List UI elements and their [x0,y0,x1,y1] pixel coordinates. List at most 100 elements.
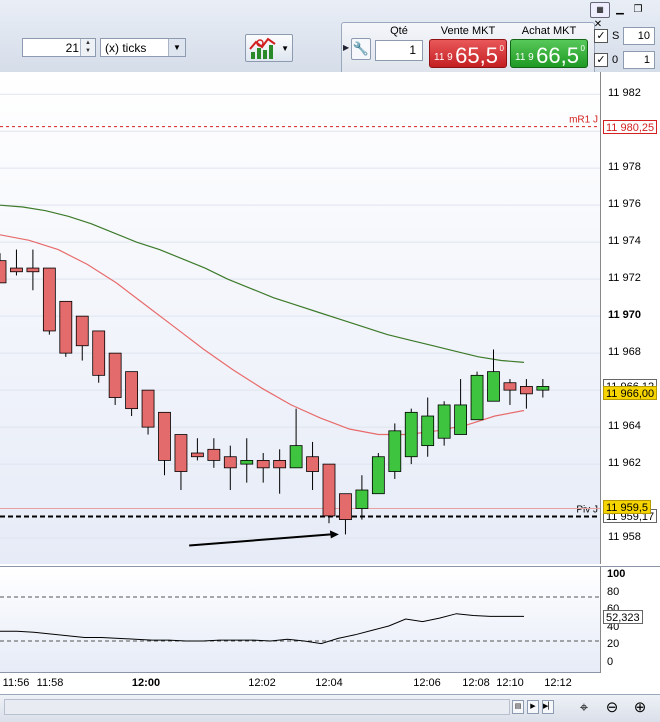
zero-checkbox[interactable]: ✓ [594,53,608,67]
candle[interactable] [437,401,451,446]
zero-label: 0 [612,54,619,66]
price-tick-label: 11 978 [608,161,641,174]
time-tick-label: 12:10 [496,677,524,689]
zoom-out-icon[interactable]: ⊖ [602,699,622,717]
buy-price-fraction: 0 [580,44,585,53]
restore-icon[interactable]: ❐ [630,3,646,17]
order-settings-button[interactable]: 🔧 [351,38,371,60]
chevron-down-icon[interactable]: ▼ [281,44,289,53]
candle[interactable] [322,463,336,524]
candle[interactable] [10,249,23,276]
period-unit-value: (x) ticks [105,41,147,55]
chevron-down-icon[interactable]: ▼ [168,39,185,56]
candle[interactable] [207,438,221,468]
scroll-end-button[interactable]: ▶▏ [542,700,554,714]
scroll-right-button[interactable]: ▶ [527,700,539,714]
candle-body-down [223,456,237,469]
quantity-label: Qté [390,25,408,37]
price-axis[interactable]: 11 98211 98011 97811 97611 97411 97211 9… [600,72,660,564]
last-price-tag: 11 959,5 [603,499,652,514]
candle[interactable] [26,249,40,291]
candle[interactable] [503,379,517,405]
sell-market-button[interactable]: 11 9 65,5 0 [429,39,507,68]
period-spin-buttons[interactable]: ▲ ▼ [80,39,95,56]
zoom-in-icon[interactable]: ⊕ [630,699,650,717]
period-stepper[interactable]: 21 ▲ ▼ [22,38,96,57]
candle-body-up [388,430,402,472]
candle-body-up [355,489,369,509]
time-tick-label: 12:08 [462,677,490,689]
candle[interactable] [487,349,500,402]
candle[interactable] [0,253,7,284]
candle[interactable] [355,475,369,520]
candle-body-down [108,352,122,398]
trend-arrow-head [329,530,339,539]
buy-price-prefix: 11 9 [515,52,534,63]
sell-market-label: Vente MKT [440,25,496,37]
candle[interactable] [421,397,435,457]
candle[interactable] [306,441,319,491]
candle-body-down [207,448,221,461]
candle[interactable] [59,300,73,357]
window-controls: ▦ ▁ ❐✕ [588,2,660,30]
quantity-input[interactable]: 1 [375,40,423,61]
candle-body-up [404,411,418,458]
time-axis[interactable]: 11:56 11:58 12:00 12:02 12:04 12:06 12:08 12:10… [0,672,600,695]
candle[interactable] [371,453,385,495]
panel-expand-icon[interactable]: ▶ [343,43,349,52]
candle[interactable] [158,411,171,476]
candle[interactable] [454,379,468,435]
candle[interactable] [256,453,270,483]
zoom-fit-icon[interactable]: ⌖ [574,699,594,717]
candle[interactable] [289,408,303,469]
price-chart[interactable]: mR1 J Piv J [0,72,600,564]
price-tick-label: 11 974 [608,235,641,248]
candle-body-up [437,404,451,439]
horizontal-scrollbar[interactable] [4,699,510,715]
rsi-panel[interactable] [0,566,600,673]
candle[interactable] [141,389,155,435]
time-tick-label: 12:00 [131,677,161,689]
candle-body-down [10,267,23,273]
candle[interactable] [125,371,138,417]
candle[interactable] [92,330,106,383]
candle[interactable] [536,379,550,398]
candle[interactable] [223,445,237,491]
candle[interactable] [174,434,188,491]
candle-body-up [536,386,550,391]
time-tick-label: 12:02 [248,677,276,689]
scroll-start-button[interactable]: ▤ [512,700,524,714]
price-tick-label: 11 982 [608,87,641,100]
candle[interactable] [108,352,122,405]
candle[interactable] [339,493,352,535]
rsi-tick-label: 20 [607,638,620,651]
candle[interactable] [470,371,484,421]
candle-body-up [240,460,254,465]
candle[interactable] [520,379,533,409]
indicators-button[interactable]: ▼ [245,34,293,62]
candle[interactable] [190,438,204,461]
period-unit-select[interactable]: (x) ticks ▼ [100,38,186,57]
candle-body-down [158,411,171,461]
keyboard-icon[interactable]: ▦ [590,2,610,18]
s-checkbox[interactable]: ✓ [594,29,608,43]
candle-body-down [339,493,352,521]
candle[interactable] [273,449,287,494]
candle[interactable] [75,315,89,361]
buy-market-label: Achat MKT [521,25,577,37]
time-tick-label: 12:06 [413,677,441,689]
candle[interactable] [42,267,56,335]
candle[interactable] [240,438,254,483]
trend-arrow-line[interactable] [189,533,331,547]
zero-value-input[interactable]: 1 [623,51,655,69]
time-tick-label: 11:56 [2,677,30,689]
trading-chart-window: 21 ▲ ▼ (x) ticks ▼ ▼ ▶ 🔧 Qté 1 Vente MKT … [0,0,660,722]
candle[interactable] [404,408,418,465]
s-value-input[interactable]: 10 [623,27,655,45]
candle-body-down [190,452,204,458]
rsi-axis[interactable]: 10080604020052,323 [600,566,660,673]
minimize-icon[interactable]: ▁ [612,3,628,17]
candle[interactable] [388,423,402,479]
sell-price-prefix: 11 9 [434,52,453,63]
buy-market-button[interactable]: 11 9 66,5 0 [510,39,588,68]
